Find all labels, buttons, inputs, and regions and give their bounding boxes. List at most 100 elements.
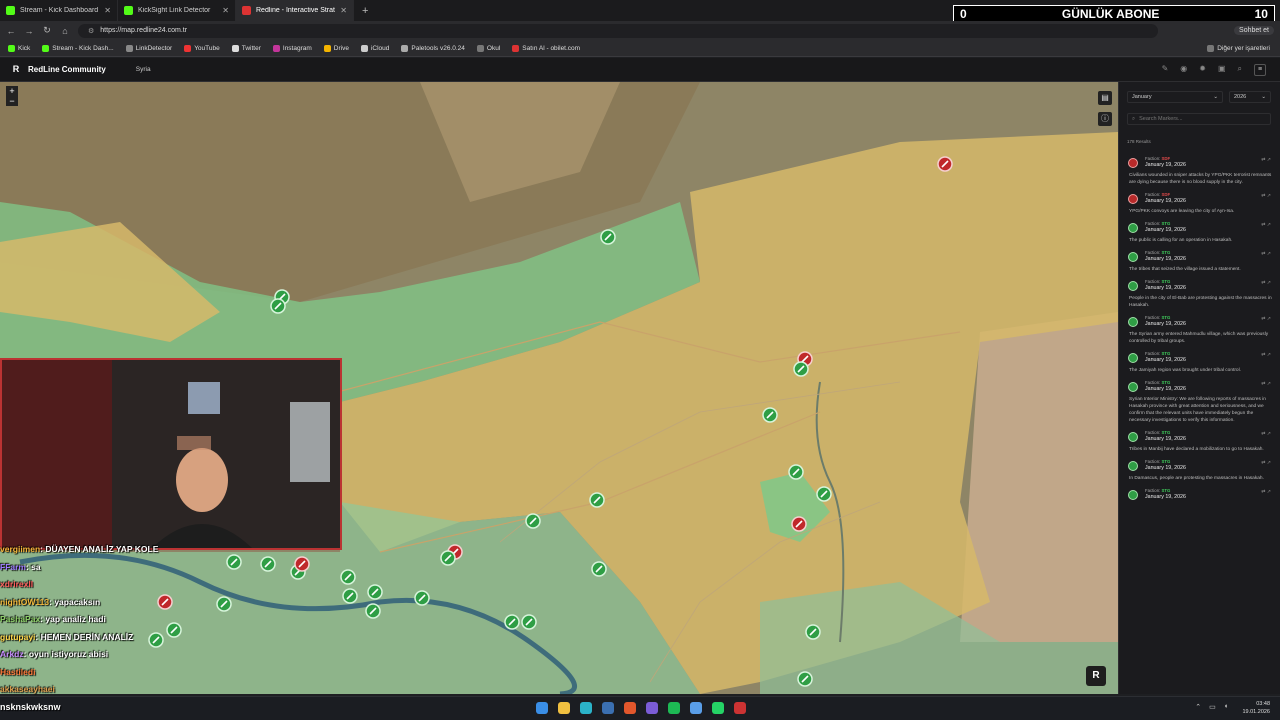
bookmark-item[interactable]: Drive (323, 44, 349, 52)
map-marker-gov[interactable] (816, 486, 832, 502)
month-select[interactable]: January ⌄ (1127, 91, 1223, 103)
other-bookmarks[interactable]: Diğer yer işaretleri (1207, 44, 1280, 52)
network-icon[interactable]: ▭ (1209, 703, 1216, 711)
zoom-in-button[interactable]: + (6, 86, 18, 96)
marker-feed-item[interactable]: ⇄ ↗ Faction: STG January 19, 2026 In Damasc… (1125, 459, 1275, 482)
marker-feed-item[interactable]: ⇄ ↗ Faction: STG January 19, 2026 People in… (1125, 279, 1275, 309)
external-link-icon[interactable]: ↗ (1267, 157, 1271, 163)
map-marker-gov[interactable] (440, 550, 456, 566)
external-link-icon[interactable]: ↗ (1267, 489, 1271, 495)
map-marker-gov[interactable] (793, 361, 809, 377)
map-marker-sdf[interactable] (791, 516, 807, 532)
map-marker-gov[interactable] (521, 614, 537, 630)
system-clock[interactable]: 03:48 19.01.2026 (1242, 700, 1270, 716)
link-icon[interactable]: ⇄ (1261, 431, 1265, 437)
map-marker-gov[interactable] (340, 569, 356, 585)
edge-icon[interactable] (580, 702, 592, 714)
recording-app-icon[interactable] (734, 702, 746, 714)
external-link-icon[interactable]: ↗ (1267, 460, 1271, 466)
external-link-icon[interactable]: ↗ (1267, 251, 1271, 257)
bookmark-item[interactable]: iCloud (360, 44, 389, 52)
discord-icon[interactable] (646, 702, 658, 714)
bookmark-item[interactable]: Okul (476, 44, 500, 52)
map-marker-gov[interactable] (591, 561, 607, 577)
bookmark-item[interactable]: Twitter (231, 44, 261, 52)
link-icon[interactable]: ⇄ (1261, 352, 1265, 358)
link-icon[interactable]: ⇄ (1261, 280, 1265, 286)
link-icon[interactable]: ⇄ (1261, 251, 1265, 257)
map-marker-gov[interactable] (805, 624, 821, 640)
marker-feed-item[interactable]: ⇄ ↗ Faction: STG January 19, 2026 (1125, 488, 1275, 500)
marker-search-input[interactable]: ⌕ Search Markers... (1127, 113, 1271, 125)
bookmark-item[interactable]: YouTube (184, 44, 220, 52)
profile-chat-button[interactable]: Sohbet et (1234, 26, 1274, 35)
nav-link-syria[interactable]: Syria (136, 66, 151, 73)
windows-start-icon[interactable] (536, 702, 548, 714)
map-marker-gov[interactable] (270, 298, 286, 314)
reload-icon[interactable]: ↻ (42, 25, 52, 36)
map-marker-gov[interactable] (589, 492, 605, 508)
link-icon[interactable]: ⇄ (1261, 489, 1265, 495)
chevron-up-icon[interactable]: ⌃ (1195, 703, 1201, 711)
map-marker-sdf[interactable] (294, 556, 310, 572)
map-marker-gov[interactable] (367, 584, 383, 600)
close-tab-icon[interactable]: ✕ (222, 6, 229, 15)
bookmark-item[interactable]: LinkDetector (125, 44, 172, 52)
forward-icon[interactable]: → (24, 26, 34, 36)
new-tab-button[interactable]: + (354, 5, 376, 17)
map-marker-gov[interactable] (762, 407, 778, 423)
site-brand[interactable]: RedLine Community (28, 65, 106, 74)
external-link-icon[interactable]: ↗ (1267, 352, 1271, 358)
firefox-icon[interactable] (624, 702, 636, 714)
search-icon[interactable]: ⌕ (1238, 64, 1242, 76)
map-marker-gov[interactable] (365, 603, 381, 619)
map-marker-gov[interactable] (525, 513, 541, 529)
link-icon[interactable]: ⇄ (1261, 381, 1265, 387)
app-icon[interactable] (690, 702, 702, 714)
map-marker-gov[interactable] (414, 590, 430, 606)
external-link-icon[interactable]: ↗ (1267, 316, 1271, 322)
pen-icon[interactable]: ✎ (1162, 64, 1169, 76)
marker-feed-item[interactable]: ⇄ ↗ Faction: STG January 19, 2026 The Syria… (1125, 315, 1275, 345)
redline-badge[interactable]: R (1086, 666, 1106, 686)
redline-logo[interactable]: R (10, 64, 22, 76)
external-link-icon[interactable]: ↗ (1267, 431, 1271, 437)
link-icon[interactable]: ⇄ (1261, 157, 1265, 163)
marker-feed-item[interactable]: ⇄ ↗ Faction: SDF January 19, 2026 Civilians… (1125, 156, 1275, 186)
info-icon[interactable]: ⓘ (1098, 112, 1112, 126)
map-marker-gov[interactable] (788, 464, 804, 480)
bookmark-item[interactable]: Stream - Kick Dash... (42, 44, 114, 52)
bookmark-item[interactable]: Paletools v26.0.24 (401, 44, 465, 52)
settings-icon[interactable]: ✹ (1199, 64, 1206, 76)
steam-icon[interactable] (602, 702, 614, 714)
link-icon[interactable]: ⇄ (1261, 316, 1265, 322)
site-info-icon[interactable]: ⚙ (88, 27, 94, 35)
camera-icon[interactable]: ▣ (1218, 64, 1226, 76)
spotify-icon[interactable] (668, 702, 680, 714)
marker-feed-item[interactable]: ⇄ ↗ Faction: STG January 19, 2026 Tribes in… (1125, 430, 1275, 453)
bookmark-item[interactable]: Instagram (272, 44, 312, 52)
link-icon[interactable]: ⇄ (1261, 193, 1265, 199)
map-marker-gov[interactable] (226, 554, 242, 570)
volume-icon[interactable]: ◖ (1224, 703, 1228, 711)
marker-feed-item[interactable]: ⇄ ↗ Faction: STG January 19, 2026 The publi… (1125, 221, 1275, 244)
back-icon[interactable]: ← (6, 26, 16, 36)
marker-feed-item[interactable]: ⇄ ↗ Faction: STG January 19, 2026 The tribe… (1125, 250, 1275, 273)
url-field[interactable]: ⚙ https://map.redline24.com.tr (78, 23, 1158, 38)
map-marker-gov[interactable] (342, 588, 358, 604)
link-icon[interactable]: ⇄ (1261, 222, 1265, 228)
external-link-icon[interactable]: ↗ (1267, 222, 1271, 228)
map-marker-gov[interactable] (260, 556, 276, 572)
menu-icon[interactable]: ≡ (1254, 63, 1266, 76)
pin-icon[interactable]: ◉ (1180, 64, 1187, 76)
file-explorer-icon[interactable] (558, 702, 570, 714)
marker-feed-item[interactable]: ⇄ ↗ Faction: SDF January 19, 2026 YPG/PKK c… (1125, 192, 1275, 215)
bookmark-item[interactable]: Kick (8, 44, 30, 52)
marker-feed-item[interactable]: ⇄ ↗ Faction: STG January 19, 2026 Syrian In… (1125, 380, 1275, 424)
external-link-icon[interactable]: ↗ (1267, 193, 1271, 199)
browser-tab-active[interactable]: Redline - Interactive Strategic Map ✕ (236, 0, 354, 21)
browser-tab[interactable]: Stream - Kick Dashboard ✕ (0, 0, 118, 21)
year-select[interactable]: 2026 ⌄ (1229, 91, 1271, 103)
bookmark-item[interactable]: Satın Al - obilet.com (512, 44, 580, 52)
home-icon[interactable]: ⌂ (60, 26, 70, 36)
